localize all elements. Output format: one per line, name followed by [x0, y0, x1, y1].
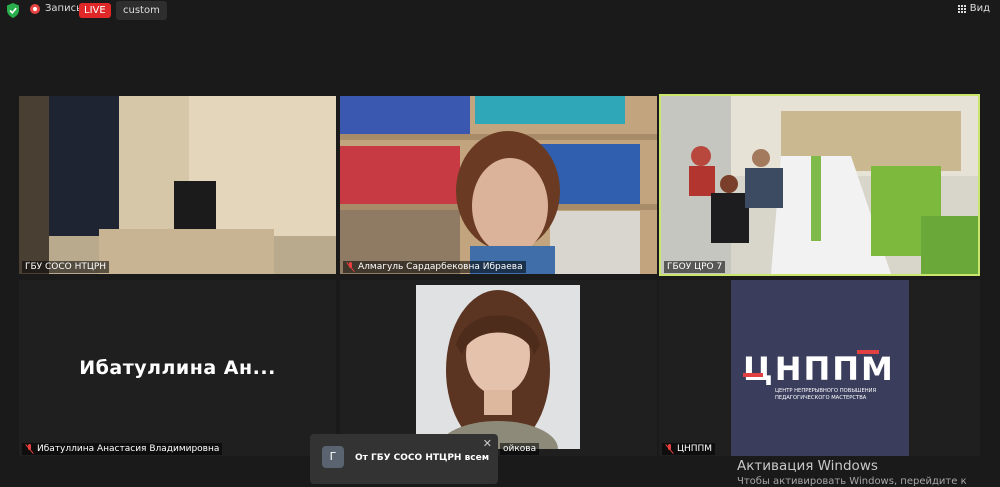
participant-display-name: Ибатуллина Ан...	[79, 357, 276, 379]
participant-name-text: ГБОУ ЦРО 7	[667, 262, 723, 272]
participant-name-text: ЦНППМ	[677, 444, 713, 454]
video-tile-1[interactable]: ГБУ СОСО НТЦРН	[19, 96, 336, 274]
participant-name-text: Ибатуллина Анастасия Владимировна	[37, 444, 220, 454]
record-label: Запись	[45, 3, 82, 14]
watermark-title: Активация Windows	[737, 458, 878, 474]
participant-name-text: ГБУ СОСО НТЦРН	[25, 262, 107, 272]
watermark-subtitle: Чтобы активировать Windows, перейдите к	[737, 476, 967, 487]
portrait-image	[416, 285, 580, 449]
cnppm-logo: ЦНППМ ЦЕНТР НЕПРЕРЫВНОГО ПОВЫШЕНИЯ ПЕДАГ…	[731, 280, 909, 456]
recording-indicator[interactable]: Запись	[30, 3, 82, 14]
participant-name: ГБУ СОСО НТЦРН	[22, 261, 110, 273]
custom-stream-button[interactable]: custom	[116, 1, 167, 20]
view-button[interactable]: Вид	[957, 3, 990, 14]
view-label: Вид	[969, 3, 990, 14]
close-icon[interactable]: ✕	[483, 437, 492, 450]
participant-name-text: ойкова	[503, 444, 537, 454]
participant-name: Алмагуль Сардарбековна Ибраева	[343, 261, 526, 273]
mic-muted-icon	[665, 444, 674, 454]
shield-icon[interactable]	[6, 3, 20, 18]
participant-name-text: Алмагуль Сардарбековна Ибраева	[358, 262, 523, 272]
logo-accent	[743, 373, 763, 377]
video-tile-5[interactable]: ойкова	[340, 280, 657, 456]
video-tile-6[interactable]: ЦНППМ ЦЕНТР НЕПРЕРЫВНОГО ПОВЫШЕНИЯ ПЕДАГ…	[659, 280, 980, 456]
record-icon	[30, 3, 40, 14]
participant-name: ГБОУ ЦРО 7	[664, 261, 726, 273]
chat-notification[interactable]: Г От ГБУ СОСО НТЦРН всем ✕	[310, 434, 498, 484]
avatar: Г	[322, 446, 344, 468]
logo-subtitle: ЦЕНТР НЕПРЕРЫВНОГО ПОВЫШЕНИЯ ПЕДАГОГИЧЕС…	[775, 388, 877, 401]
video-tile-4[interactable]: Ибатуллина Ан... Ибатуллина Анастасия Вл…	[19, 280, 336, 456]
meeting-topbar: Запись LIVE custom Вид	[0, 0, 1000, 22]
mic-muted-icon	[346, 262, 355, 272]
video-tile-3-active-speaker[interactable]: ГБОУ ЦРО 7	[659, 94, 980, 276]
video-feed	[661, 96, 978, 274]
video-tile-2[interactable]: Алмагуль Сардарбековна Ибраева	[340, 96, 657, 274]
participant-name: Ибатуллина Анастасия Владимировна	[22, 443, 223, 455]
windows-activation-watermark: Активация Windows Чтобы активировать Win…	[737, 458, 967, 487]
mic-muted-icon	[25, 444, 34, 454]
logo-accent	[857, 350, 879, 354]
chat-message-preview: От ГБУ СОСО НТЦРН всем	[355, 453, 490, 463]
participant-photo	[416, 285, 580, 449]
video-feed	[19, 96, 336, 274]
grid-view-icon	[957, 4, 966, 13]
logo-word: ЦНППМ	[743, 350, 895, 388]
video-feed	[340, 96, 657, 274]
live-badge[interactable]: LIVE	[79, 3, 111, 18]
participant-name: ойкова	[500, 443, 540, 455]
participant-name: ЦНППМ	[662, 443, 716, 455]
